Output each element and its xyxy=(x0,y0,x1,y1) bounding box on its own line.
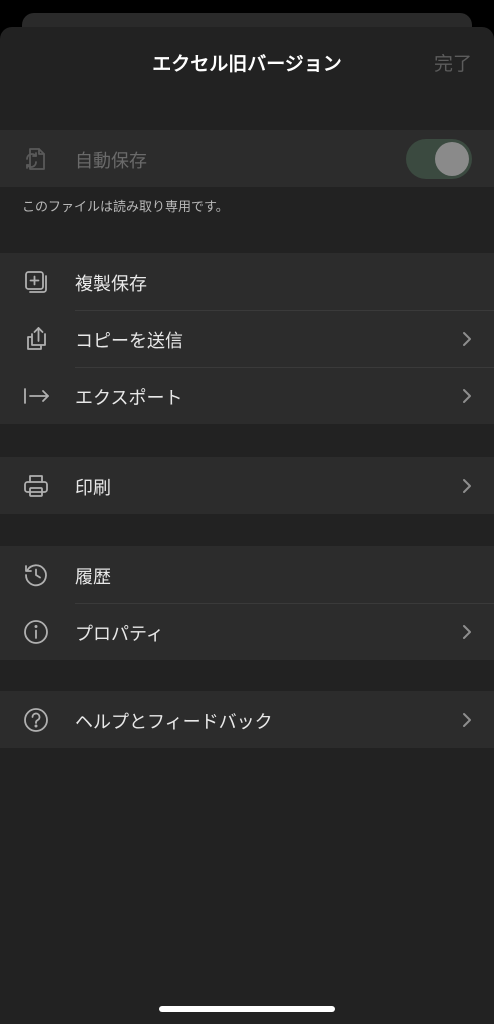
autosave-icon xyxy=(22,145,50,173)
menu-item-help-feedback[interactable]: ヘルプとフィードバック xyxy=(0,691,494,748)
sheet-header: エクセル旧バージョン 完了 xyxy=(0,27,494,97)
autosave-group: 自動保存 xyxy=(0,130,494,187)
menu-item-label: 複製保存 xyxy=(75,274,147,295)
menu-item-label: ヘルプとフィードバック xyxy=(75,712,273,733)
export-icon xyxy=(22,382,50,410)
home-indicator[interactable] xyxy=(159,1006,335,1012)
print-group: 印刷 xyxy=(0,457,494,514)
chevron-right-icon xyxy=(460,386,474,406)
chevron-right-icon xyxy=(460,476,474,496)
info-group: 履歴 プロパティ xyxy=(0,546,494,660)
menu-item-label: 履歴 xyxy=(75,567,111,588)
autosave-toggle-knob xyxy=(435,142,469,176)
printer-icon xyxy=(22,472,50,500)
menu-item-label: エクスポート xyxy=(75,388,183,409)
chevron-right-icon xyxy=(460,622,474,642)
history-icon xyxy=(22,561,50,589)
autosave-row: 自動保存 xyxy=(0,130,494,187)
info-icon xyxy=(22,618,50,646)
chevron-right-icon xyxy=(460,329,474,349)
menu-item-properties[interactable]: プロパティ xyxy=(0,603,494,660)
duplicate-icon xyxy=(22,268,50,296)
done-button[interactable]: 完了 xyxy=(434,49,472,76)
autosave-label: 自動保存 xyxy=(75,151,147,172)
menu-item-label: プロパティ xyxy=(75,624,164,645)
help-icon xyxy=(22,706,50,734)
help-group: ヘルプとフィードバック xyxy=(0,691,494,748)
file-actions-group: 複製保存 コピーを送信 エクスポート xyxy=(0,253,494,424)
menu-item-label: コピーを送信 xyxy=(75,331,183,352)
autosave-toggle[interactable] xyxy=(406,139,472,179)
read-only-note: このファイルは読み取り専用です。 xyxy=(22,200,229,215)
menu-item-history[interactable]: 履歴 xyxy=(0,546,494,603)
page-title: エクセル旧バージョン xyxy=(152,53,342,75)
menu-item-export[interactable]: エクスポート xyxy=(0,367,494,424)
menu-item-label: 印刷 xyxy=(75,478,111,499)
chevron-right-icon xyxy=(460,710,474,730)
menu-item-duplicate-save[interactable]: 複製保存 xyxy=(0,253,494,310)
menu-item-send-copy[interactable]: コピーを送信 xyxy=(0,310,494,367)
menu-item-print[interactable]: 印刷 xyxy=(0,457,494,514)
file-menu-sheet: エクセル旧バージョン 完了 自動保存 このファイルは読み取り専用です。 複製保存… xyxy=(0,27,494,1024)
share-icon xyxy=(22,325,50,353)
